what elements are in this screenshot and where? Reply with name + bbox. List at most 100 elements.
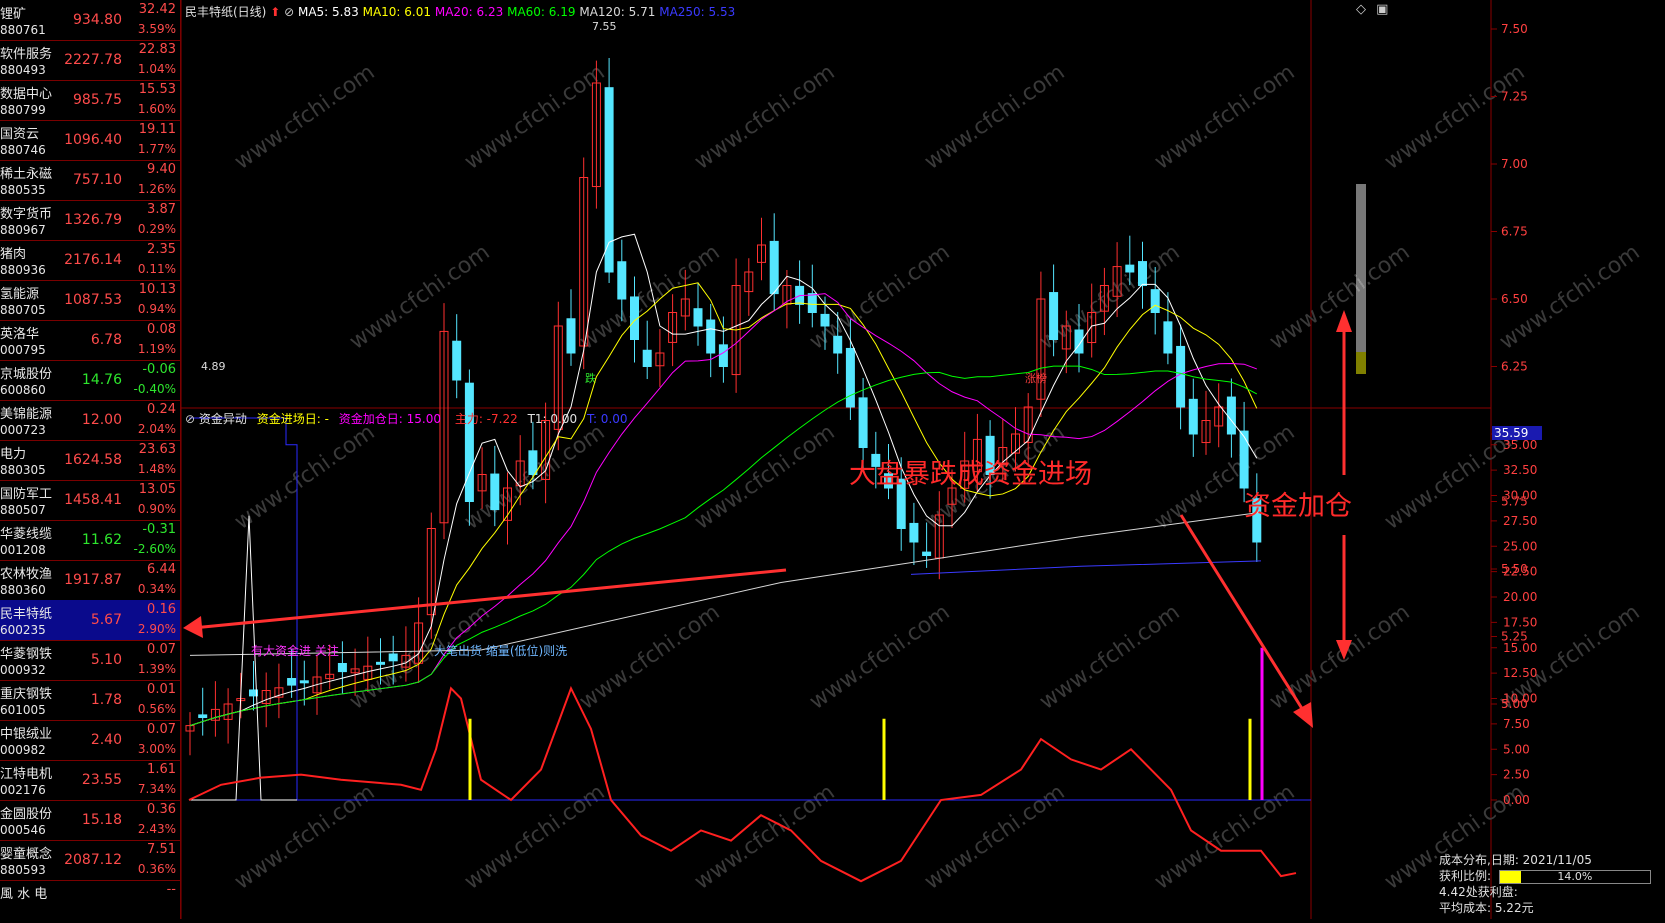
candle-body	[617, 261, 627, 300]
stock-change: 23.63	[138, 442, 176, 457]
watchlist-row[interactable]: 数字货币 880967 1326.79 3.87 0.29%	[0, 200, 180, 241]
candle-body	[858, 397, 868, 449]
stock-price: 2087.12	[64, 852, 122, 868]
watchlist-row[interactable]: 猪肉 880936 2176.14 2.35 0.11%	[0, 240, 180, 281]
stock-price: 1624.58	[64, 452, 122, 468]
stock-name: 英洛华	[0, 327, 40, 342]
stock-change: 7.51	[147, 842, 176, 857]
crash-inflow-caption: 大盘暴跌成资金进场	[849, 459, 1092, 490]
candle-body	[693, 308, 703, 327]
price-axis: 7.507.257.006.756.506.256.005.755.505.25…	[1491, 22, 1528, 711]
indicator-tick-label: 27.50	[1503, 514, 1537, 528]
cost-distribution-panel: 成本分布,日期: 2021/11/05 获利比例: 14.0% 4.42处获利盘…	[1439, 852, 1664, 916]
big-inflow-note: 有大资金进 关注	[251, 644, 339, 658]
window-icon[interactable]: ▣	[1376, 2, 1388, 17]
stock-pct: 1.19%	[137, 342, 176, 356]
main-force-label: 主力: -7.22	[454, 412, 518, 426]
stock-price: 1096.40	[64, 132, 122, 148]
watchlist-row[interactable]: 江特电机 002176 23.55 1.61 7.34%	[0, 760, 180, 801]
indicator-tick-label: 12.50	[1503, 666, 1537, 680]
stock-change: 0.16	[147, 602, 176, 617]
profit-at-price: 4.42处获利盘:	[1439, 885, 1518, 899]
candle-body	[909, 522, 919, 543]
watchlist-row[interactable]: 金圆股份 000546 15.18 0.36 2.43%	[0, 800, 180, 841]
stock-change: 0.07	[147, 642, 176, 657]
stock-change: 0.01	[147, 682, 176, 697]
candle-body	[642, 349, 652, 368]
diamond-icon[interactable]: ◇	[1356, 2, 1366, 17]
stock-price: 1458.41	[64, 492, 122, 508]
watchlist-row[interactable]: 国防军工 880507 1458.41 13.05 0.90%	[0, 480, 180, 521]
stock-name: 国防军工	[0, 487, 53, 502]
watermark-text: www.cfchi.com	[690, 780, 839, 895]
candle-body	[807, 293, 817, 314]
stock-change: 1.61	[147, 762, 176, 777]
candle-body	[337, 663, 347, 673]
stock-name: 江特电机	[0, 767, 53, 782]
watchlist-row[interactable]: 软件服务 880493 2227.78 22.83 1.04%	[0, 40, 180, 81]
watchlist-row[interactable]: 数据中心 880799 985.75 15.53 1.60%	[0, 80, 180, 121]
watchlist-row[interactable]: 風 水 电 --	[0, 880, 180, 919]
watchlist-row[interactable]: 华菱线缆 001208 11.62 -0.31 -2.60%	[0, 520, 180, 561]
watchlist-row[interactable]: 美锦能源 000723 12.00 0.24 2.04%	[0, 400, 180, 441]
inflow-day-label: 资金进场日: -	[256, 412, 329, 426]
watermark-text: www.cfchi.com	[230, 780, 379, 895]
candle-body	[287, 678, 297, 686]
stock-code: 880967	[0, 223, 46, 237]
stock-code: 880799	[0, 103, 46, 117]
watchlist-panel: 锂矿 880761 934.80 32.42 3.59% 软件服务 880493 2227.7…	[0, 0, 181, 919]
indicator-tick-label: 2.50	[1503, 768, 1530, 782]
watermark-text: www.cfchi.com	[690, 420, 839, 535]
watchlist-row[interactable]: 京城股份 600860 14.76 -0.06 -0.40%	[0, 360, 180, 401]
watchlist-row[interactable]: 电力 880305 1624.58 23.63 1.48%	[0, 440, 180, 481]
stock-change: 15.53	[138, 82, 176, 97]
stock-change: 0.24	[147, 402, 176, 417]
watchlist-row[interactable]: 华菱钢铁 000932 5.10 0.07 1.39%	[0, 640, 180, 681]
stock-pct: 0.34%	[137, 582, 176, 596]
watchlist-row[interactable]: 国资云 880746 1096.40 19.11 1.77%	[0, 120, 180, 161]
watchlist-row[interactable]: 中银绒业 000982 2.40 0.07 3.00%	[0, 720, 180, 761]
watchlist-row[interactable]: 氢能源 880705 1087.53 10.13 0.94%	[0, 280, 180, 321]
indicator-axis: 35.0032.5030.0027.5025.0022.5020.0017.50…	[1491, 426, 1542, 807]
stock-change: 3.87	[147, 202, 176, 217]
candle-body	[604, 87, 614, 273]
stock-name: 民丰特纸	[0, 607, 53, 622]
ma120-label: MA120: 5.71	[579, 5, 656, 19]
stock-pct: 3.00%	[137, 742, 176, 756]
watchlist-row[interactable]: 稀土永磁 880535 757.10 9.40 1.26%	[0, 160, 180, 201]
stock-pct: 1.60%	[137, 102, 176, 116]
avg-cost: 平均成本: 5.22元	[1439, 901, 1534, 915]
stock-change: 0.08	[147, 322, 176, 337]
candle-body	[376, 661, 385, 665]
stock-change: 0.36	[147, 802, 176, 817]
ma120-line	[189, 511, 1262, 656]
stock-code: 880360	[0, 583, 46, 597]
stock-pct: 1.77%	[137, 142, 176, 156]
watermark-text: www.cfchi.com	[920, 60, 1069, 175]
watermark-text: www.cfchi.com	[1150, 780, 1299, 895]
candle-body	[528, 450, 538, 475]
watchlist-row[interactable]: 婴童概念 880593 2087.12 7.51 0.36%	[0, 840, 180, 881]
watchlist-row[interactable]: 民丰特纸 600235 5.67 0.16 2.90%	[0, 600, 180, 641]
indicator-tick-label: 22.50	[1503, 565, 1537, 579]
indicator-title-bar: ⊘ 资金异动 资金进场日: - 资金加仓日: 15.00 主力: -7.22 T…	[185, 410, 628, 427]
watermark-text: www.cfchi.com	[230, 60, 379, 175]
watchlist-row[interactable]: 锂矿 880761 934.80 32.42 3.59%	[0, 0, 180, 41]
price-tick-label: 6.75	[1501, 225, 1528, 239]
watchlist-row[interactable]: 农林牧渔 880360 1917.87 6.44 0.34%	[0, 560, 180, 601]
watchlist-row[interactable]: 重庆钢铁 601005 1.78 0.01 0.56%	[0, 680, 180, 721]
stock-code: 880936	[0, 263, 46, 277]
stock-code: 880705	[0, 303, 46, 317]
collapse-icon[interactable]: ⊘	[185, 412, 195, 426]
indicator-tick-label: 25.00	[1503, 539, 1537, 553]
stock-pct: 7.34%	[137, 782, 176, 796]
collapse-icon[interactable]: ⊘	[284, 5, 294, 19]
stock-change: 9.40	[147, 162, 176, 177]
stock-pct: 2.90%	[137, 622, 176, 636]
candle-body	[490, 473, 500, 511]
candle-body	[1150, 289, 1160, 314]
stock-price: 2176.14	[64, 252, 122, 268]
stock-name: 国资云	[0, 127, 40, 142]
watchlist-row[interactable]: 英洛华 000795 6.78 0.08 1.19%	[0, 320, 180, 361]
stock-pct: 0.94%	[137, 302, 176, 316]
